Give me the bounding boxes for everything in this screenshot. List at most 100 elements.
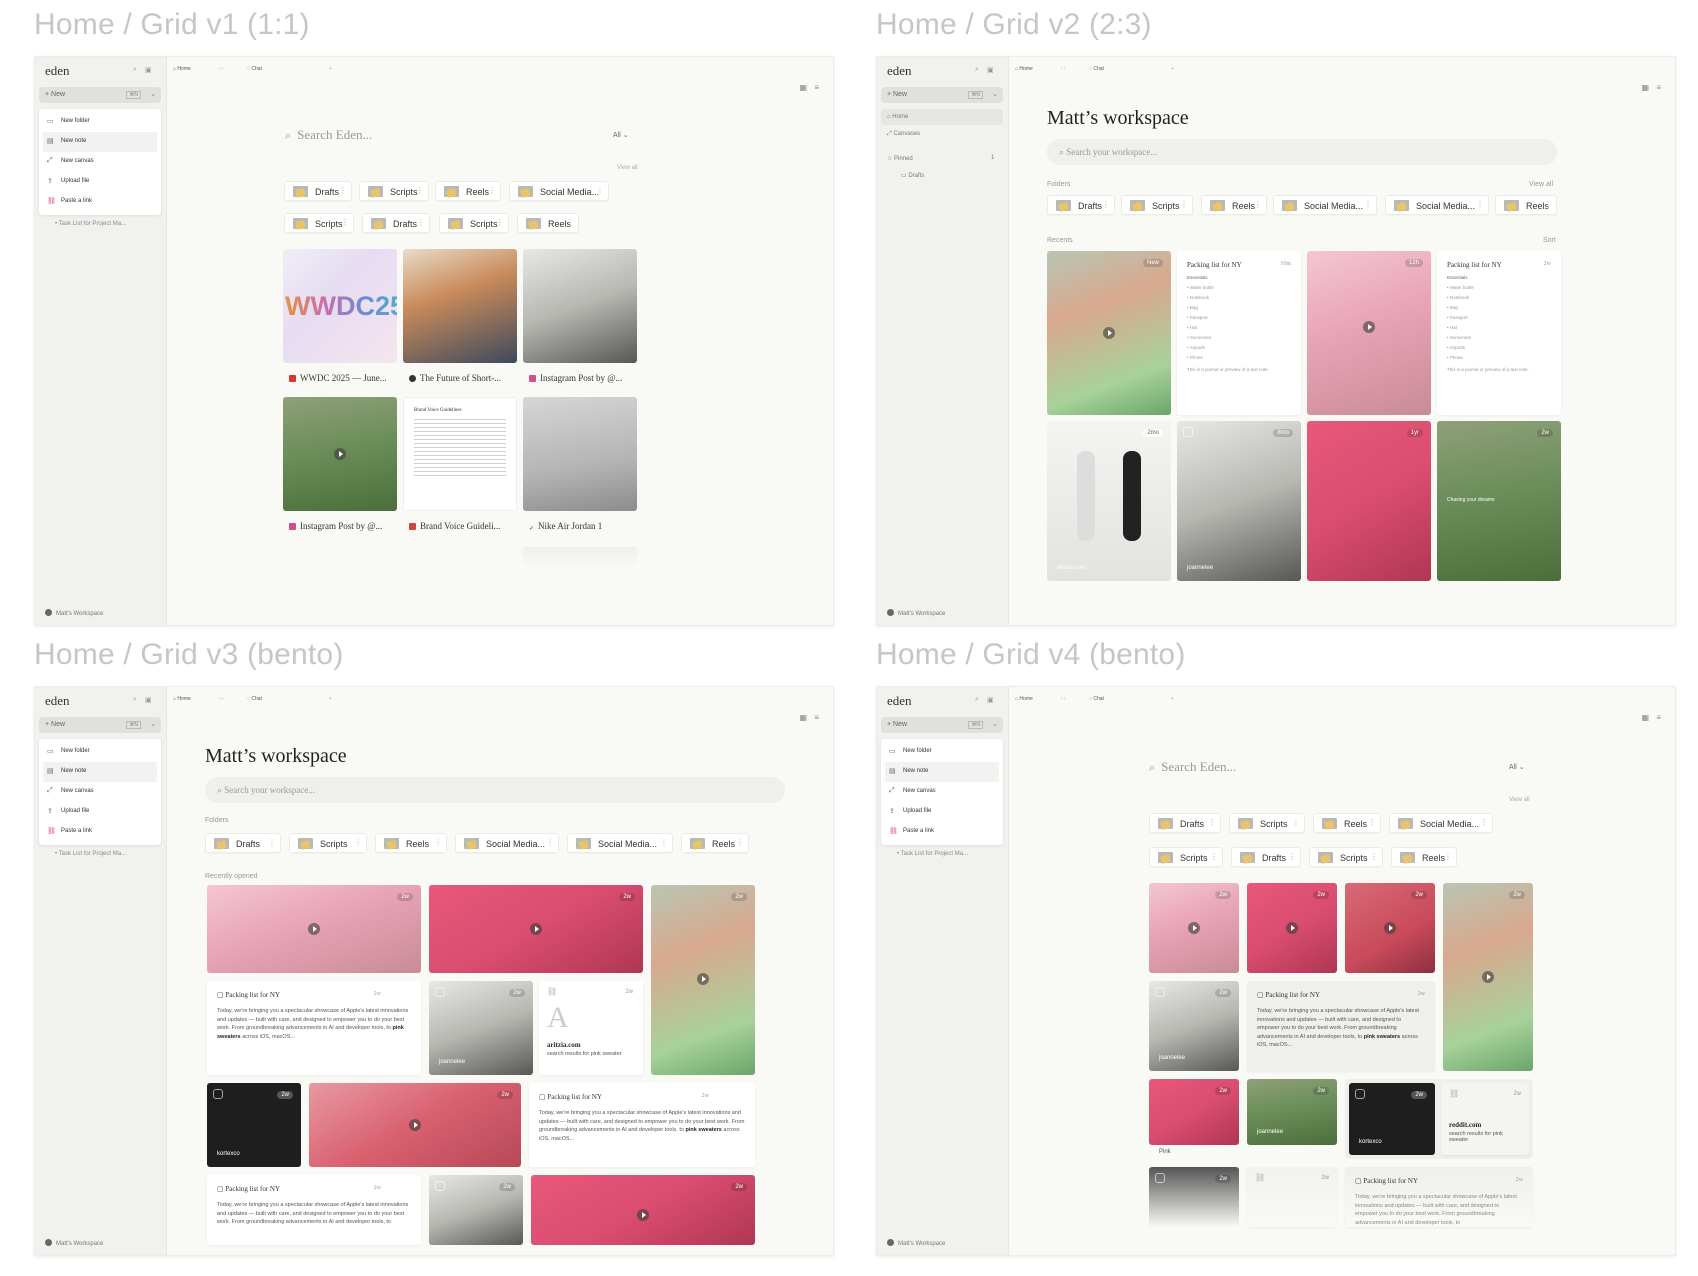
task-item[interactable]: • Task List for Project Ma...	[897, 851, 968, 857]
folder-chip[interactable]: Reels ⋮	[1313, 813, 1381, 833]
more-icon[interactable]: ⋮	[416, 186, 424, 195]
new-button[interactable]: + New ⌘N ⌄	[881, 717, 1003, 733]
folder-chip[interactable]: Reels ⋮	[435, 181, 501, 201]
grid-view-icon[interactable]: ▦	[1641, 713, 1649, 722]
play-icon[interactable]	[308, 923, 320, 935]
more-icon[interactable]: ⋮	[1444, 852, 1452, 861]
filter-dropdown[interactable]: All ⌄	[613, 131, 629, 139]
play-icon[interactable]	[530, 923, 542, 935]
card-pink-sweater[interactable]: 12h	[1307, 251, 1431, 415]
more-icon[interactable]: ⋮	[1102, 200, 1110, 209]
menu-new-note[interactable]: ▤ New note	[43, 762, 157, 782]
more-icon[interactable]: ⋮	[546, 838, 554, 847]
more-icon[interactable]: ⋮	[1476, 200, 1484, 209]
tab-chat[interactable]: ◌ Chat	[1089, 696, 1104, 702]
back-forward-icon[interactable]: ‹ ›	[1061, 66, 1066, 72]
workspace-switcher[interactable]: Matt's Workspace	[45, 1239, 103, 1247]
card-tech[interactable]: 8mo joannelee	[1177, 421, 1301, 581]
back-forward-icon[interactable]: ‹ ›	[219, 66, 224, 72]
tab-chat[interactable]: ◌ Chat	[247, 696, 262, 702]
menu-new-canvas[interactable]: ⤢ New canvas	[39, 782, 161, 802]
menu-new-canvas[interactable]: ⤢ New canvas	[39, 152, 161, 172]
chevron-down-icon[interactable]: ⌄	[992, 90, 998, 98]
folder-chip[interactable]: Drafts ⋮	[205, 833, 281, 853]
search-input[interactable]: ⌕ Search Eden...	[1149, 759, 1236, 775]
folder-chip[interactable]: Social Media... ⋮	[1273, 195, 1377, 215]
more-icon[interactable]: ⋮	[354, 838, 362, 847]
more-icon[interactable]: ⋮	[1480, 818, 1488, 827]
card-pink-sweater[interactable]: 2w	[207, 885, 421, 973]
folder-chip[interactable]: Drafts ⋮	[1231, 847, 1301, 867]
folder-chip[interactable]: Social Media... ⋮	[455, 833, 559, 853]
card-doc[interactable]: Brand Voice Guidelines	[403, 397, 517, 511]
more-icon[interactable]: ⋮	[1370, 852, 1378, 861]
card-selfie[interactable]: New	[1047, 251, 1171, 415]
card-future[interactable]	[403, 249, 517, 363]
new-button[interactable]: + New ⌘N ⌄	[881, 87, 1003, 103]
card-pink-sweater[interactable]: 2w	[1149, 883, 1239, 973]
play-icon[interactable]	[1188, 922, 1200, 934]
link-card[interactable]: ⛓ 2w Aaritzia.com search results for pink s…	[539, 981, 643, 1075]
card-pink-knit[interactable]: 1yr	[1307, 421, 1431, 581]
add-tab-button[interactable]: +	[1171, 66, 1174, 72]
add-tab-button[interactable]: +	[329, 696, 332, 702]
more-icon[interactable]: ⋮	[596, 186, 604, 195]
note-card[interactable]: Packing list for NY 10m Essentials • Wate…	[1177, 251, 1301, 415]
grid-view-icon[interactable]: ▦	[799, 713, 807, 722]
sidebar-toggle-icon[interactable]: ▣	[987, 66, 994, 74]
sidebar-toggle-icon[interactable]: ▣	[145, 696, 152, 704]
menu-new-canvas[interactable]: ⤢ New canvas	[881, 782, 1003, 802]
folder-chip[interactable]: Scripts ⋮	[1149, 847, 1223, 867]
play-icon[interactable]	[334, 448, 346, 460]
folder-chip[interactable]: Reels ⋮	[517, 213, 579, 233]
more-icon[interactable]: ⋮	[417, 218, 425, 227]
folder-chip[interactable]: Social Media... ⋮	[567, 833, 673, 853]
card-red-sweater[interactable]: 2w	[1345, 883, 1435, 973]
card-tech[interactable]: 2w joannelee	[429, 981, 533, 1075]
nav-pinned[interactable]: ☆ Pinned	[887, 155, 913, 162]
folder-chip[interactable]: Scripts ⋮	[1309, 847, 1383, 867]
play-icon[interactable]	[697, 973, 709, 985]
play-icon[interactable]	[1363, 321, 1375, 333]
folder-chip[interactable]: Scripts ⋮	[284, 213, 354, 233]
more-icon[interactable]: ⋮	[1364, 200, 1372, 209]
more-icon[interactable]: ⋮	[341, 218, 349, 227]
nav-home[interactable]: ⌂ Home	[887, 114, 908, 120]
card-selfie[interactable]: 2w	[1443, 883, 1533, 1071]
add-tab-button[interactable]: +	[1171, 696, 1174, 702]
list-view-icon[interactable]: ≡	[1656, 713, 1661, 722]
more-icon[interactable]: ⋮	[1368, 818, 1376, 827]
play-icon[interactable]	[409, 1119, 421, 1131]
list-view-icon[interactable]: ≡	[814, 83, 819, 92]
new-button[interactable]: + New ⌘N ⌄	[39, 717, 161, 733]
new-button[interactable]: + New ⌘N ⌄	[39, 87, 161, 103]
menu-paste-link[interactable]: ⛓ Paste a link	[39, 192, 161, 212]
folder-chip[interactable]: Reels ⋮	[681, 833, 749, 853]
card-pink-knit[interactable]: 2w	[429, 885, 643, 973]
card-instagram[interactable]	[523, 249, 637, 363]
card-shoe[interactable]	[523, 397, 637, 511]
folder-chip[interactable]: Drafts ⋮	[1047, 195, 1115, 215]
more-icon[interactable]: ⋮	[496, 218, 504, 227]
more-icon[interactable]: ⋮	[660, 838, 668, 847]
folder-chip[interactable]: Reels ⋮	[375, 833, 447, 853]
note-card[interactable]: ▢ Packing list for NY 2w Today, we're brin…	[1345, 1167, 1533, 1227]
more-icon[interactable]: ⋮	[488, 186, 496, 195]
menu-paste-link[interactable]: ⛓ Paste a link	[39, 822, 161, 842]
folder-chip[interactable]: Reels ⋮	[1201, 195, 1267, 215]
more-icon[interactable]: ⋮	[434, 838, 442, 847]
view-all-link[interactable]: View all	[617, 165, 638, 171]
more-icon[interactable]: ⋮	[1292, 818, 1300, 827]
grid-view-icon[interactable]: ▦	[799, 83, 807, 92]
tab-home[interactable]: ⌂ Home	[173, 66, 191, 72]
folder-chip[interactable]: Reels ⋮	[1391, 847, 1457, 867]
menu-upload-file[interactable]: ⇪ Upload file	[39, 802, 161, 822]
link-card[interactable]: ⛓ 2w reddit.com search results for pink swe…	[1441, 1083, 1529, 1155]
note-card[interactable]: ▢ Packing list for NY 2w Today, we're brin…	[207, 981, 421, 1075]
search-icon[interactable]: ⌕	[133, 696, 137, 704]
menu-upload-file[interactable]: ⇪ Upload file	[39, 172, 161, 192]
task-item[interactable]: • Task List for Project Ma...	[55, 851, 126, 857]
card-pink-knit[interactable]: 2w	[1247, 883, 1337, 973]
card-tech[interactable]: 2w	[429, 1175, 523, 1245]
back-forward-icon[interactable]: ‹ ›	[219, 696, 224, 702]
